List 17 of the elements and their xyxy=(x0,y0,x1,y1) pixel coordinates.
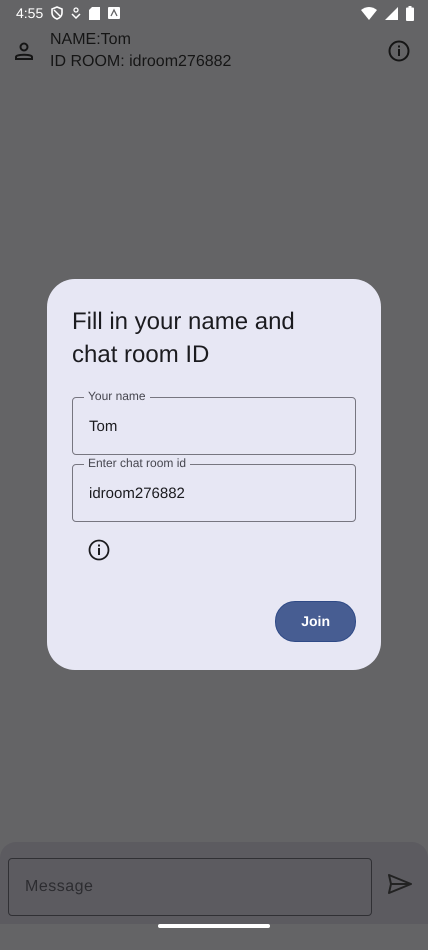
sd-card-icon xyxy=(89,6,100,20)
signal-icon xyxy=(385,6,398,20)
send-icon[interactable] xyxy=(388,874,412,894)
room-id: ID ROOM: idroom276882 xyxy=(50,52,232,72)
wifi-icon xyxy=(361,6,377,20)
shield-icon xyxy=(51,6,64,20)
status-time: 4:55 xyxy=(16,4,44,22)
join-button[interactable]: Join xyxy=(275,601,356,642)
person-icon xyxy=(14,42,34,60)
field-label: Enter chat room id xyxy=(84,457,190,470)
battery-icon xyxy=(406,6,414,20)
dialog-title: Fill in your name and chat room ID xyxy=(72,307,296,370)
info-icon[interactable] xyxy=(88,539,110,561)
field-label: Your name xyxy=(84,390,150,403)
notification-icon xyxy=(71,7,82,19)
user-name: NAME:Tom xyxy=(50,30,132,50)
keyboard-icon xyxy=(108,7,120,19)
